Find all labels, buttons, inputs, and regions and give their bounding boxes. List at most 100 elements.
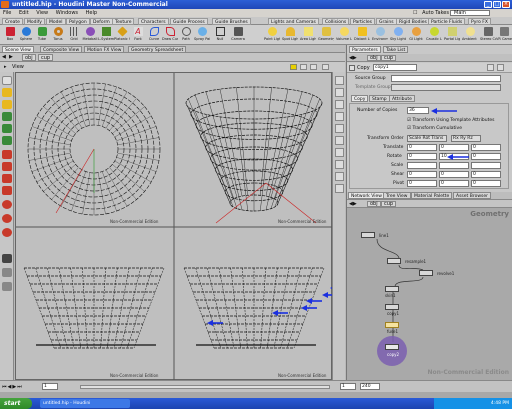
- transform-order-select[interactable]: Scale Rot Trans: [407, 135, 447, 142]
- uv-icon[interactable]: [335, 172, 344, 181]
- vr-camera-tool[interactable]: VR Camera: [496, 27, 512, 44]
- take-select[interactable]: Main: [450, 10, 490, 16]
- gi-light-tool[interactable]: GI Light: [408, 27, 424, 44]
- ghost-icon[interactable]: [2, 268, 12, 277]
- param-path-obj[interactable]: obj: [367, 55, 381, 61]
- translate-x-field[interactable]: 0: [407, 144, 437, 151]
- menu-windows[interactable]: Windows: [53, 9, 81, 17]
- close-button[interactable]: ×: [502, 1, 510, 8]
- playback-controls[interactable]: ⏮◀▶⏭: [2, 383, 23, 391]
- shelf-tab[interactable]: Rigid Bodies: [396, 18, 430, 25]
- sky-light-tool[interactable]: Sky Light: [390, 27, 406, 44]
- scale-icon[interactable]: [2, 136, 12, 145]
- transform-cumulative-checkbox[interactable]: ☑ Transform Cumulative: [407, 125, 462, 133]
- shelf-tab[interactable]: Pyro FX: [468, 18, 491, 25]
- layout-icon[interactable]: [310, 64, 317, 70]
- path-tool[interactable]: Path: [178, 27, 194, 44]
- volume-light-tool[interactable]: Volume Light: [336, 27, 352, 44]
- minimize-button[interactable]: _: [484, 1, 492, 8]
- lsystem-tool[interactable]: L-System: [98, 27, 114, 44]
- shelf-tab[interactable]: Particles: [350, 18, 375, 25]
- font-tool[interactable]: A Font: [130, 27, 146, 44]
- camera-menu-icon[interactable]: [322, 64, 329, 70]
- torus-tool[interactable]: Torus: [50, 27, 66, 44]
- tab-copy[interactable]: Copy: [351, 95, 369, 102]
- draw-curve-tool[interactable]: Draw Curve: [162, 27, 178, 44]
- maximize-button[interactable]: □: [493, 1, 501, 8]
- shelf-tab[interactable]: Guide Brushes: [212, 18, 251, 25]
- paint-icon[interactable]: [2, 174, 12, 183]
- tab-motion-fx-view[interactable]: Motion FX View: [84, 46, 125, 53]
- brush-icon[interactable]: [2, 162, 12, 171]
- wireframe-icon[interactable]: [335, 88, 344, 97]
- handle-icon[interactable]: [2, 100, 12, 109]
- shelf-tab[interactable]: Particle Fluids: [428, 18, 466, 25]
- menu-view[interactable]: View: [33, 9, 51, 17]
- shelf-tab[interactable]: Create: [2, 18, 23, 25]
- metaball-tool[interactable]: Metaball: [82, 27, 98, 44]
- spot-light-tool[interactable]: Spot Light: [282, 27, 298, 44]
- shelf-tab[interactable]: Modify: [24, 18, 45, 25]
- tab-geometry-spreadsheet[interactable]: Geometry Spreadsheet: [128, 46, 187, 53]
- start-button[interactable]: start: [0, 398, 32, 409]
- points-icon[interactable]: [335, 112, 344, 121]
- source-group-field[interactable]: [391, 75, 501, 82]
- curve-tool[interactable]: Curve: [146, 27, 162, 44]
- menu-edit[interactable]: Edit: [16, 9, 32, 17]
- view-label[interactable]: View: [12, 62, 24, 72]
- flipbook-icon[interactable]: [2, 214, 12, 223]
- geometry-light-tool[interactable]: Geometry Light: [318, 27, 334, 44]
- profile-icon[interactable]: [335, 184, 344, 193]
- shelf-tab[interactable]: Characters: [138, 18, 169, 25]
- back-arrow-icon[interactable]: ◀: [2, 53, 6, 62]
- null-tool[interactable]: Null: [212, 27, 228, 44]
- grid-tool[interactable]: Grid: [66, 27, 82, 44]
- tab-stamp[interactable]: Stamp: [369, 95, 390, 102]
- translate-z-field[interactable]: 0: [471, 144, 501, 151]
- light-icon[interactable]: [2, 228, 12, 237]
- environment-light-tool[interactable]: Environment: [372, 27, 388, 44]
- select-icon[interactable]: [2, 76, 12, 85]
- shaded-icon[interactable]: [335, 100, 344, 109]
- forward-arrow-icon[interactable]: ▶: [9, 53, 13, 62]
- ambient-light-tool[interactable]: Ambient Light: [462, 27, 478, 44]
- menu-help[interactable]: Help: [83, 9, 100, 17]
- point-numbers-icon[interactable]: [335, 148, 344, 157]
- stereo-camera-tool[interactable]: Stereo Camera: [480, 27, 496, 44]
- view-tool-icon[interactable]: [2, 150, 12, 159]
- primitive-numbers-icon[interactable]: [335, 136, 344, 145]
- current-frame-field[interactable]: 1: [42, 383, 58, 390]
- scale-z-field[interactable]: [471, 162, 501, 169]
- shear-y-field[interactable]: 0: [439, 171, 469, 178]
- render-icon[interactable]: [2, 200, 12, 209]
- area-light-tool[interactable]: Area Light: [300, 27, 316, 44]
- start-frame-field[interactable]: 1: [340, 383, 356, 390]
- transform-template-checkbox[interactable]: ☑ Transform Using Template Attributes: [407, 117, 495, 125]
- display-mode-icon[interactable]: [335, 76, 344, 85]
- node-name-field[interactable]: copy1: [373, 64, 417, 71]
- scale-y-field[interactable]: [439, 162, 469, 169]
- gear-icon[interactable]: [497, 64, 504, 71]
- param-path-node[interactable]: cup: [381, 55, 397, 61]
- network-pane[interactable]: Network View Tree View Material Palette …: [346, 192, 512, 380]
- node-fuse1[interactable]: [385, 322, 399, 328]
- pose-icon[interactable]: [2, 88, 12, 97]
- tab-take-list[interactable]: Take List: [383, 46, 409, 53]
- distant-light-tool[interactable]: Distant Light: [354, 27, 370, 44]
- shelf-tab[interactable]: Deform: [90, 18, 113, 25]
- sphere-tool[interactable]: Sphere: [18, 27, 34, 44]
- scale-x-field[interactable]: [407, 162, 437, 169]
- taskbar-item[interactable]: untitled.hip - Houdini: [40, 399, 130, 408]
- auto-takes-checkbox[interactable]: ☐ Auto Takes: [410, 9, 455, 17]
- help-icon[interactable]: [487, 64, 494, 71]
- rotate-icon[interactable]: [2, 124, 12, 133]
- shelf-tab[interactable]: Polygon: [66, 18, 90, 25]
- spray-paint-tool[interactable]: Spray Paint: [194, 27, 210, 44]
- timeline-slider[interactable]: [80, 385, 330, 389]
- rotate-x-field[interactable]: 0: [407, 153, 437, 160]
- shear-x-field[interactable]: 0: [407, 171, 437, 178]
- end-frame-field[interactable]: 240: [360, 383, 380, 390]
- viewport-canvas[interactable]: [16, 73, 346, 381]
- num-copies-field[interactable]: 36: [407, 107, 429, 114]
- rotate-order-select[interactable]: Rx Ry Rz: [451, 135, 481, 142]
